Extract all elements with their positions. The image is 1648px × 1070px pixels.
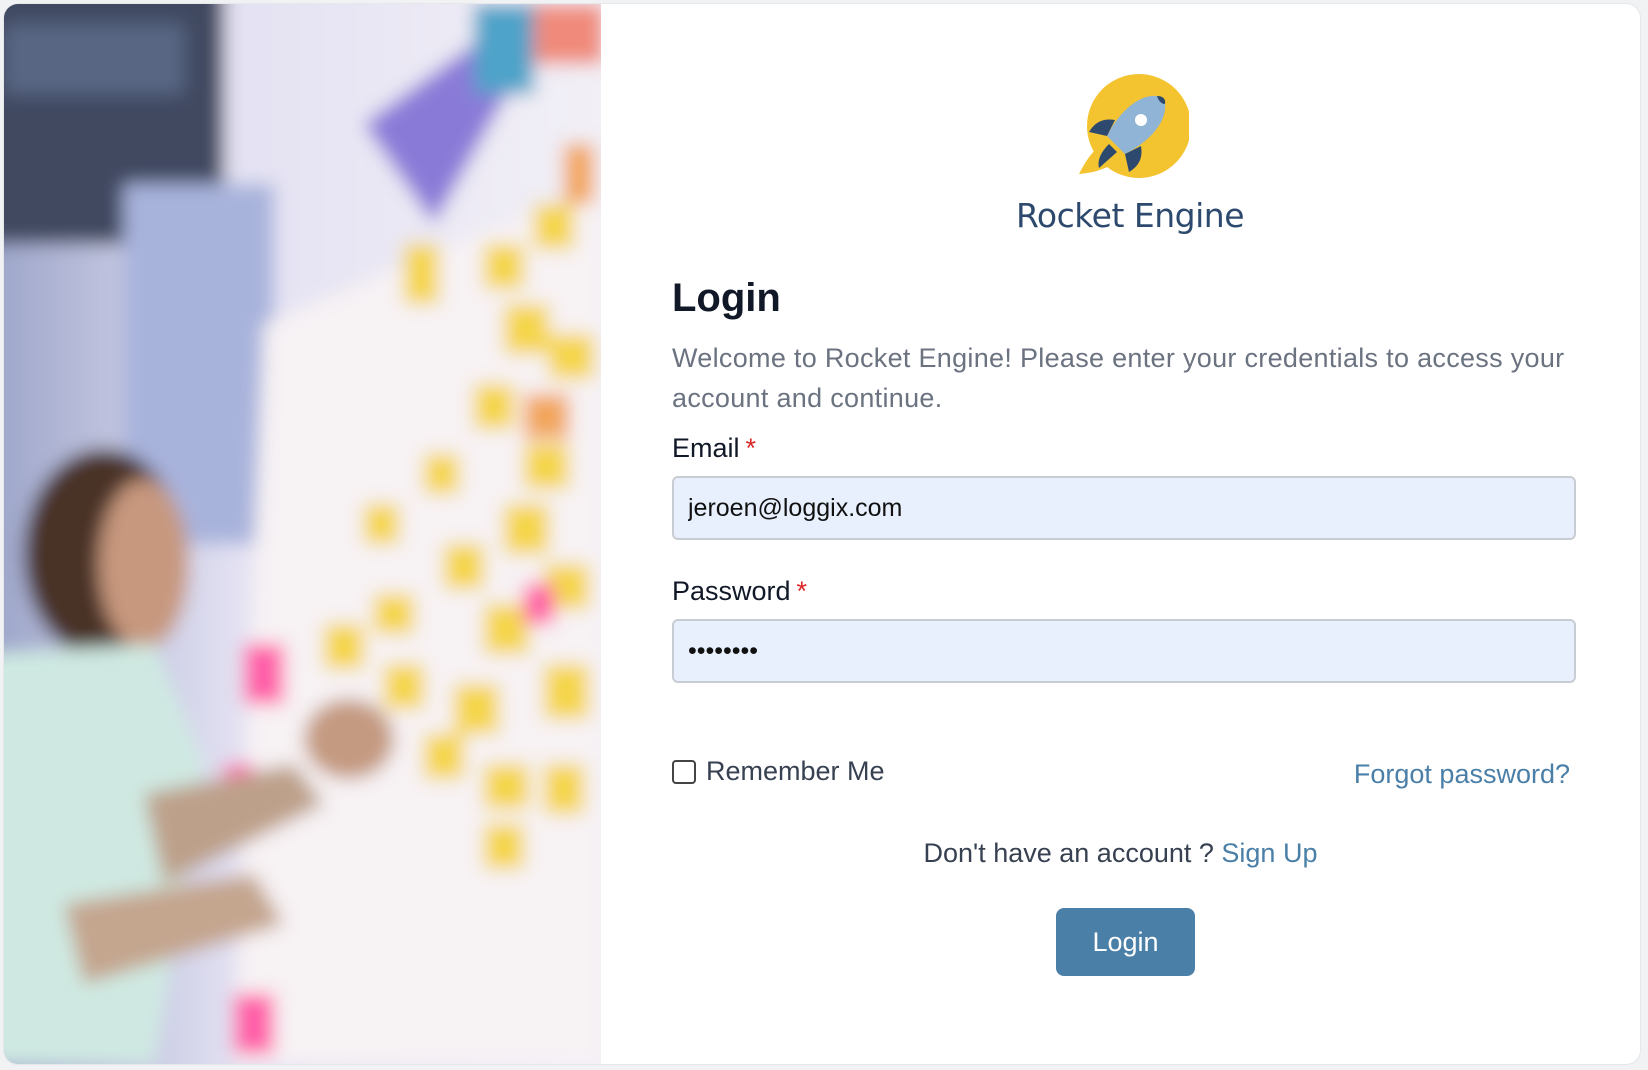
- signup-link[interactable]: Sign Up: [1221, 838, 1317, 868]
- rocket-icon: [1069, 74, 1191, 189]
- page-title: Login: [672, 276, 781, 320]
- required-asterisk: *: [745, 433, 757, 463]
- login-panel: Rocket Engine Login Welcome to Rocket En…: [601, 4, 1640, 1064]
- remember-me[interactable]: Remember Me: [672, 756, 885, 787]
- login-card: Rocket Engine Login Welcome to Rocket En…: [4, 4, 1640, 1064]
- password-field[interactable]: [672, 619, 1576, 683]
- email-label: Email *: [672, 433, 756, 464]
- forgot-password-link[interactable]: Forgot password?: [1354, 759, 1570, 790]
- brand-logo: Rocket Engine: [1005, 74, 1255, 244]
- brand-name: Rocket Engine: [1015, 196, 1245, 235]
- required-asterisk: *: [796, 576, 808, 606]
- remember-me-checkbox[interactable]: [672, 759, 696, 784]
- email-field[interactable]: [672, 476, 1576, 540]
- password-label-text: Password: [672, 576, 791, 606]
- page-subtitle: Welcome to Rocket Engine! Please enter y…: [672, 343, 1565, 413]
- signup-row: Don't have an account ? Sign Up: [601, 838, 1640, 869]
- signup-prompt: Don't have an account ?: [923, 838, 1214, 868]
- password-label: Password *: [672, 576, 807, 607]
- email-label-text: Email: [672, 433, 740, 463]
- login-button[interactable]: Login: [1056, 908, 1195, 976]
- hero-image: [4, 4, 601, 1064]
- remember-me-label[interactable]: Remember Me: [706, 756, 885, 787]
